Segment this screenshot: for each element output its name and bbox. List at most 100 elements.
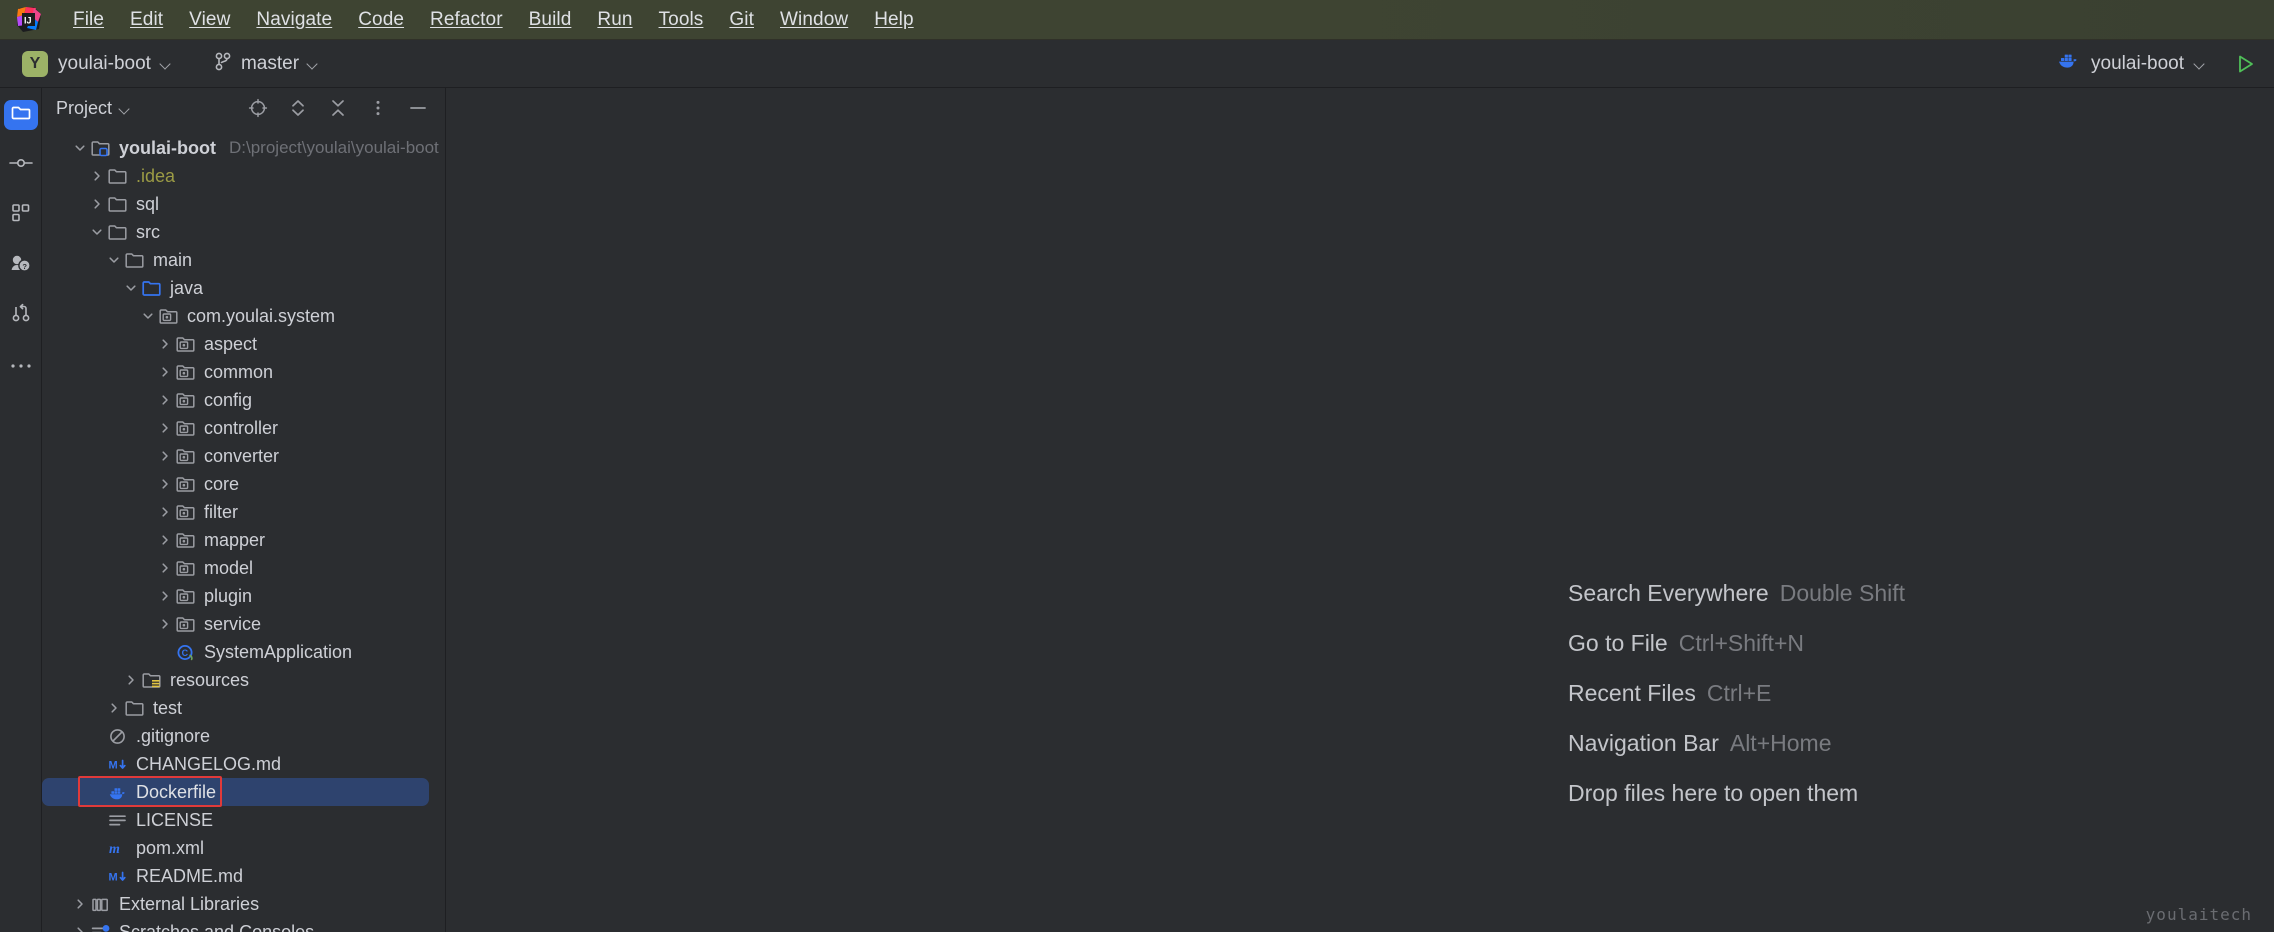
left-activity-bar: ? (0, 88, 42, 932)
tree-row[interactable]: config (42, 386, 445, 414)
markdown-icon: M (107, 754, 129, 774)
tree-row[interactable]: model (42, 554, 445, 582)
chevron-right-icon[interactable] (104, 698, 124, 718)
chevron-down-icon[interactable] (138, 306, 158, 326)
main-toolbar: Y youlai-boot master youlai-boot (0, 40, 2274, 88)
expand-all-button[interactable] (287, 97, 309, 119)
tree-row[interactable]: filter (42, 498, 445, 526)
menu-edit[interactable]: Edit (117, 5, 176, 35)
tree-row[interactable]: common (42, 358, 445, 386)
menu-navigate[interactable]: Navigate (243, 5, 345, 35)
chevron-right-icon[interactable] (155, 362, 175, 382)
chevron-right-icon[interactable] (155, 502, 175, 522)
menu-edit-label: Edit (130, 8, 164, 30)
chevron-down-icon[interactable] (104, 250, 124, 270)
project-tree[interactable]: youlai-boot D:\project\youlai\youlai-boot… (42, 128, 445, 932)
sidebar-item-commit[interactable] (4, 150, 38, 180)
menu-tools[interactable]: Tools (646, 5, 717, 35)
chevron-right-icon[interactable] (155, 558, 175, 578)
chevron-right-icon[interactable] (70, 894, 90, 914)
chevron-down-icon[interactable] (120, 105, 131, 112)
tree-row[interactable]: sql (42, 190, 445, 218)
tree-row[interactable]: youlai-boot D:\project\youlai\youlai-boot (42, 134, 445, 162)
tree-row[interactable]: com.youlai.system (42, 302, 445, 330)
menu-help[interactable]: Help (861, 5, 926, 35)
editor-hint: Drop files here to open them (1568, 780, 1905, 807)
tree-row-label: resources (170, 670, 250, 690)
menu-git[interactable]: Git (716, 5, 767, 35)
run-configuration-widget[interactable]: youlai-boot (2048, 47, 2214, 80)
tree-row[interactable]: test (42, 694, 445, 722)
menu-file[interactable]: File (60, 5, 117, 35)
tree-row-label: sql (136, 194, 160, 214)
tree-row[interactable]: C SystemApplication (42, 638, 445, 666)
sidebar-item-more[interactable] (4, 350, 38, 380)
menu-view[interactable]: View (176, 5, 243, 35)
tree-row[interactable]: core (42, 470, 445, 498)
tree-row[interactable]: service (42, 610, 445, 638)
chevron-right-icon[interactable] (155, 390, 175, 410)
tree-row[interactable]: m pom.xml (42, 834, 445, 862)
package-icon (175, 474, 197, 494)
tree-row[interactable]: controller (42, 414, 445, 442)
package-icon (175, 586, 197, 606)
menu-refactor[interactable]: Refactor (417, 5, 516, 35)
sidebar-item-ai-assistant[interactable]: ? (4, 250, 38, 280)
tree-row[interactable]: M README.md (42, 862, 445, 890)
menu-run[interactable]: Run (584, 5, 645, 35)
run-play-icon[interactable] (2234, 53, 2256, 75)
tree-row[interactable]: java (42, 274, 445, 302)
chevron-right-icon[interactable] (155, 614, 175, 634)
tree-row[interactable]: Scratches and Consoles (42, 918, 445, 932)
project-widget[interactable]: Y youlai-boot (14, 47, 180, 81)
tree-row[interactable]: M CHANGELOG.md (42, 750, 445, 778)
source-root-folder-icon (141, 278, 163, 298)
tree-row[interactable]: mapper (42, 526, 445, 554)
tree-row[interactable]: converter (42, 442, 445, 470)
tree-row[interactable]: External Libraries (42, 890, 445, 918)
package-icon (175, 362, 197, 382)
chevron-right-icon[interactable] (70, 922, 90, 932)
sidebar-item-project[interactable] (3, 100, 38, 130)
branch-widget[interactable]: master (206, 47, 327, 80)
tree-row[interactable]: plugin (42, 582, 445, 610)
chevron-right-icon[interactable] (87, 194, 107, 214)
svg-text:M: M (109, 759, 118, 771)
editor-hint-shortcut: Alt+Home (1729, 730, 1832, 756)
menu-code[interactable]: Code (345, 5, 417, 35)
collapse-all-button[interactable] (327, 97, 349, 119)
intellij-idea-window: IJ File Edit View Navigate Code Refactor… (0, 0, 2274, 932)
svg-text:M: M (109, 871, 118, 883)
menu-build[interactable]: Build (516, 5, 585, 35)
chevron-right-icon[interactable] (155, 586, 175, 606)
sidebar-item-structure[interactable] (4, 200, 38, 230)
tree-row[interactable]: .gitignore (42, 722, 445, 750)
folder-icon (107, 194, 129, 214)
chevron-right-icon[interactable] (155, 474, 175, 494)
chevron-right-icon[interactable] (155, 334, 175, 354)
tree-row[interactable]: aspect (42, 330, 445, 358)
sidebar-item-pull-requests[interactable] (4, 300, 38, 330)
chevron-right-icon[interactable] (87, 166, 107, 186)
chevron-down-icon[interactable] (121, 278, 141, 298)
hide-button[interactable] (407, 97, 429, 119)
editor-hint-action: Recent Files (1568, 680, 1696, 706)
menu-git-label: Git (729, 8, 754, 30)
tree-row[interactable]: main (42, 246, 445, 274)
chevron-down-icon[interactable] (70, 138, 90, 158)
chevron-right-icon[interactable] (155, 530, 175, 550)
chevron-right-icon[interactable] (155, 418, 175, 438)
tree-row[interactable]: src (42, 218, 445, 246)
select-opened-file-button[interactable] (247, 97, 269, 119)
tree-row-label: README.md (136, 866, 244, 886)
menu-window[interactable]: Window (767, 5, 861, 35)
tree-row-selected[interactable]: Dockerfile (42, 778, 429, 806)
chevron-right-icon[interactable] (155, 446, 175, 466)
tree-row[interactable]: resources (42, 666, 445, 694)
chevron-right-icon[interactable] (121, 670, 141, 690)
tree-row-label: core (204, 474, 240, 494)
tree-row[interactable]: .idea (42, 162, 445, 190)
options-button[interactable] (367, 97, 389, 119)
chevron-down-icon[interactable] (87, 222, 107, 242)
tree-row[interactable]: LICENSE (42, 806, 445, 834)
